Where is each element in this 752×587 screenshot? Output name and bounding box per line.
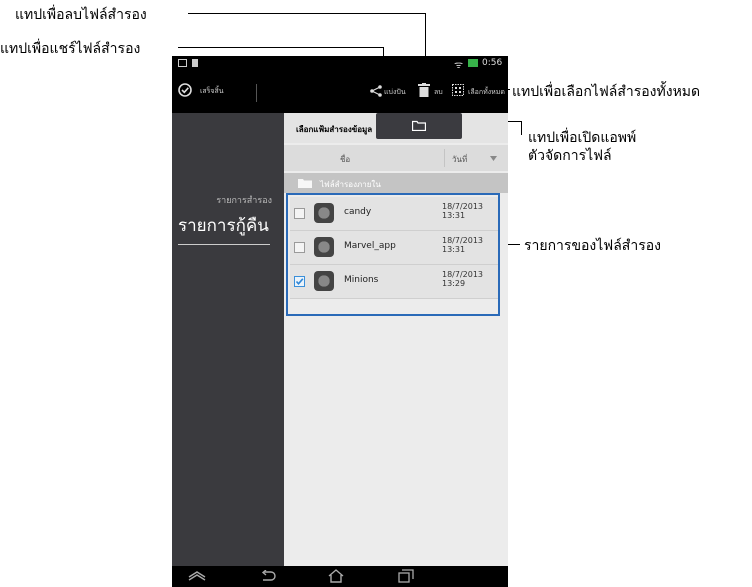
- column-header-date[interactable]: วันที่: [452, 153, 467, 166]
- navigation-bar: [172, 566, 508, 587]
- delete-label: ลบ: [434, 88, 443, 96]
- trash-icon: [418, 83, 430, 97]
- file-manager-callout-line2: ตัวจัดการไฟล์: [528, 148, 612, 164]
- column-header-row: ชื่อ วันที่: [284, 145, 508, 171]
- select-folder-label: เลือกแฟ้มสำรองข้อมูล: [296, 125, 373, 134]
- sort-dropdown-icon[interactable]: [490, 156, 497, 161]
- backup-list-highlight-frame: [286, 193, 500, 316]
- wifi-icon: ᯤ: [454, 60, 464, 71]
- folder-icon: [298, 179, 312, 188]
- back-icon[interactable]: [260, 570, 276, 582]
- select-all-label: เลือกทั้งหมด: [468, 88, 505, 96]
- done-button[interactable]: เสร็จสิ้น: [178, 78, 248, 104]
- main-panel: เลือกแฟ้มสำรองข้อมูล ชื่อ วันที่ ไฟล์สำร…: [284, 113, 508, 566]
- folder-icon: [412, 120, 426, 131]
- sidebar: รายการสำรอง รายการกู้คืน: [172, 113, 284, 566]
- delete-leader-h: [188, 13, 426, 14]
- screenshot-icon: [192, 59, 198, 67]
- column-divider: [444, 149, 445, 167]
- sidebar-item-backup-list[interactable]: รายการสำรอง: [216, 193, 272, 207]
- open-file-manager-button[interactable]: [376, 113, 462, 139]
- delete-callout: แทปเพื่อลบไฟล์สำรอง: [15, 7, 147, 23]
- delete-button[interactable]: ลบ: [418, 78, 450, 104]
- folder-row[interactable]: ไฟล์สำรองภายใน: [284, 173, 508, 193]
- backup-list-callout: รายการของไฟล์สำรอง: [524, 238, 661, 254]
- check-circle-icon: [178, 83, 192, 97]
- action-bar: เสร็จสิ้น แบ่งปัน ลบ เลือกทั้งหมด: [172, 72, 508, 113]
- share-callout: แทปเพื่อแชร์ไฟล์สำรอง: [0, 41, 141, 57]
- sidebar-item-restore-list[interactable]: รายการกู้คืน: [178, 212, 269, 239]
- folder-label: ไฟล์สำรองภายใน: [320, 180, 381, 189]
- file-manager-leader-v: [521, 121, 522, 135]
- collapse-icon[interactable]: [188, 571, 206, 581]
- status-time: 0:56: [482, 58, 503, 68]
- done-label: เสร็จสิ้น: [200, 87, 224, 95]
- home-icon[interactable]: [328, 569, 344, 583]
- share-button[interactable]: แบ่งปัน: [370, 78, 412, 104]
- recent-apps-icon[interactable]: [398, 569, 414, 583]
- select-folder-header: เลือกแฟ้มสำรองข้อมูล: [284, 113, 508, 143]
- share-leader-h: [178, 47, 384, 48]
- select-all-button[interactable]: เลือกทั้งหมด: [452, 78, 508, 104]
- column-header-name[interactable]: ชื่อ: [340, 153, 350, 166]
- select-all-callout: แทปเพื่อเลือกไฟล์สำรองทั้งหมด: [512, 84, 701, 100]
- notification-icon: [178, 59, 187, 67]
- tablet-screen: ᯤ 0:56 เสร็จสิ้น แบ่งปัน ลบ เลือกทั้งหมด…: [172, 56, 508, 587]
- share-icon: [370, 85, 382, 97]
- select-all-icon: [452, 84, 464, 96]
- status-bar: ᯤ 0:56: [172, 56, 508, 72]
- battery-icon: [468, 59, 478, 67]
- action-bar-divider: [256, 84, 257, 102]
- share-label: แบ่งปัน: [384, 88, 406, 96]
- sidebar-active-underline: [178, 244, 270, 245]
